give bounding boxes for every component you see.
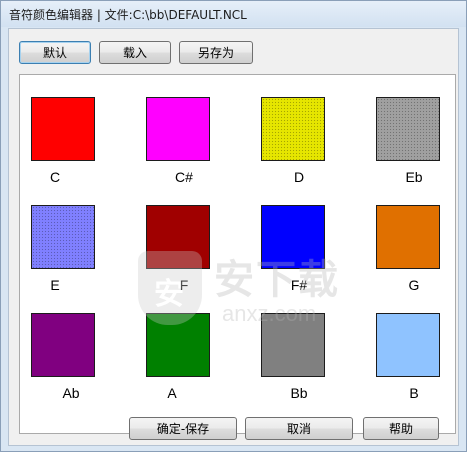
color-swatch-b[interactable] xyxy=(376,313,440,377)
dialog-client-area: 默认 载入 另存为 C C# D Eb E F F# G Ab A Bb B 安 安下载 anxz.c… xyxy=(8,28,459,446)
swatch-label: G xyxy=(408,277,420,293)
swatch-label: Eb xyxy=(405,169,423,185)
color-swatch-panel: C C# D Eb E F F# G Ab A Bb B 安 安下载 anxz.com xyxy=(19,74,456,434)
default-button[interactable]: 默认 xyxy=(19,41,91,64)
note-color-editor-window: 音符颜色编辑器 | 文件:C:\bb\DEFAULT.NCL 默认 载入 另存为… xyxy=(0,0,467,452)
cancel-button[interactable]: 取消 xyxy=(245,417,353,440)
color-swatch-g[interactable] xyxy=(376,205,440,269)
color-swatch-ab[interactable] xyxy=(31,313,95,377)
swatch-label: E xyxy=(50,277,60,293)
title-bar[interactable]: 音符颜色编辑器 | 文件:C:\bb\DEFAULT.NCL xyxy=(1,1,466,27)
color-swatch-a[interactable] xyxy=(146,313,210,377)
save-as-button[interactable]: 另存为 xyxy=(179,41,253,64)
window-title: 音符颜色编辑器 | 文件:C:\bb\DEFAULT.NCL xyxy=(9,8,247,22)
color-swatch-bb[interactable] xyxy=(261,313,325,377)
swatch-label: Bb xyxy=(290,385,308,401)
color-swatch-e[interactable] xyxy=(31,205,95,269)
swatch-label: F xyxy=(179,277,189,293)
help-button[interactable]: 帮助 xyxy=(363,417,439,440)
swatch-label: B xyxy=(409,385,419,401)
swatch-label: F# xyxy=(290,277,308,293)
color-swatch-f[interactable] xyxy=(146,205,210,269)
swatch-label: C xyxy=(49,169,61,185)
color-swatch-c[interactable] xyxy=(31,97,95,161)
swatch-label: D xyxy=(293,169,305,185)
swatch-label: C# xyxy=(175,169,193,185)
color-swatch-d[interactable] xyxy=(261,97,325,161)
load-button[interactable]: 载入 xyxy=(99,41,171,64)
swatch-label: A xyxy=(167,385,177,401)
swatch-label: Ab xyxy=(62,385,80,401)
ok-save-button[interactable]: 确定-保存 xyxy=(129,417,237,440)
color-swatch-eb[interactable] xyxy=(376,97,440,161)
color-swatch-f-sharp[interactable] xyxy=(261,205,325,269)
color-swatch-c-sharp[interactable] xyxy=(146,97,210,161)
